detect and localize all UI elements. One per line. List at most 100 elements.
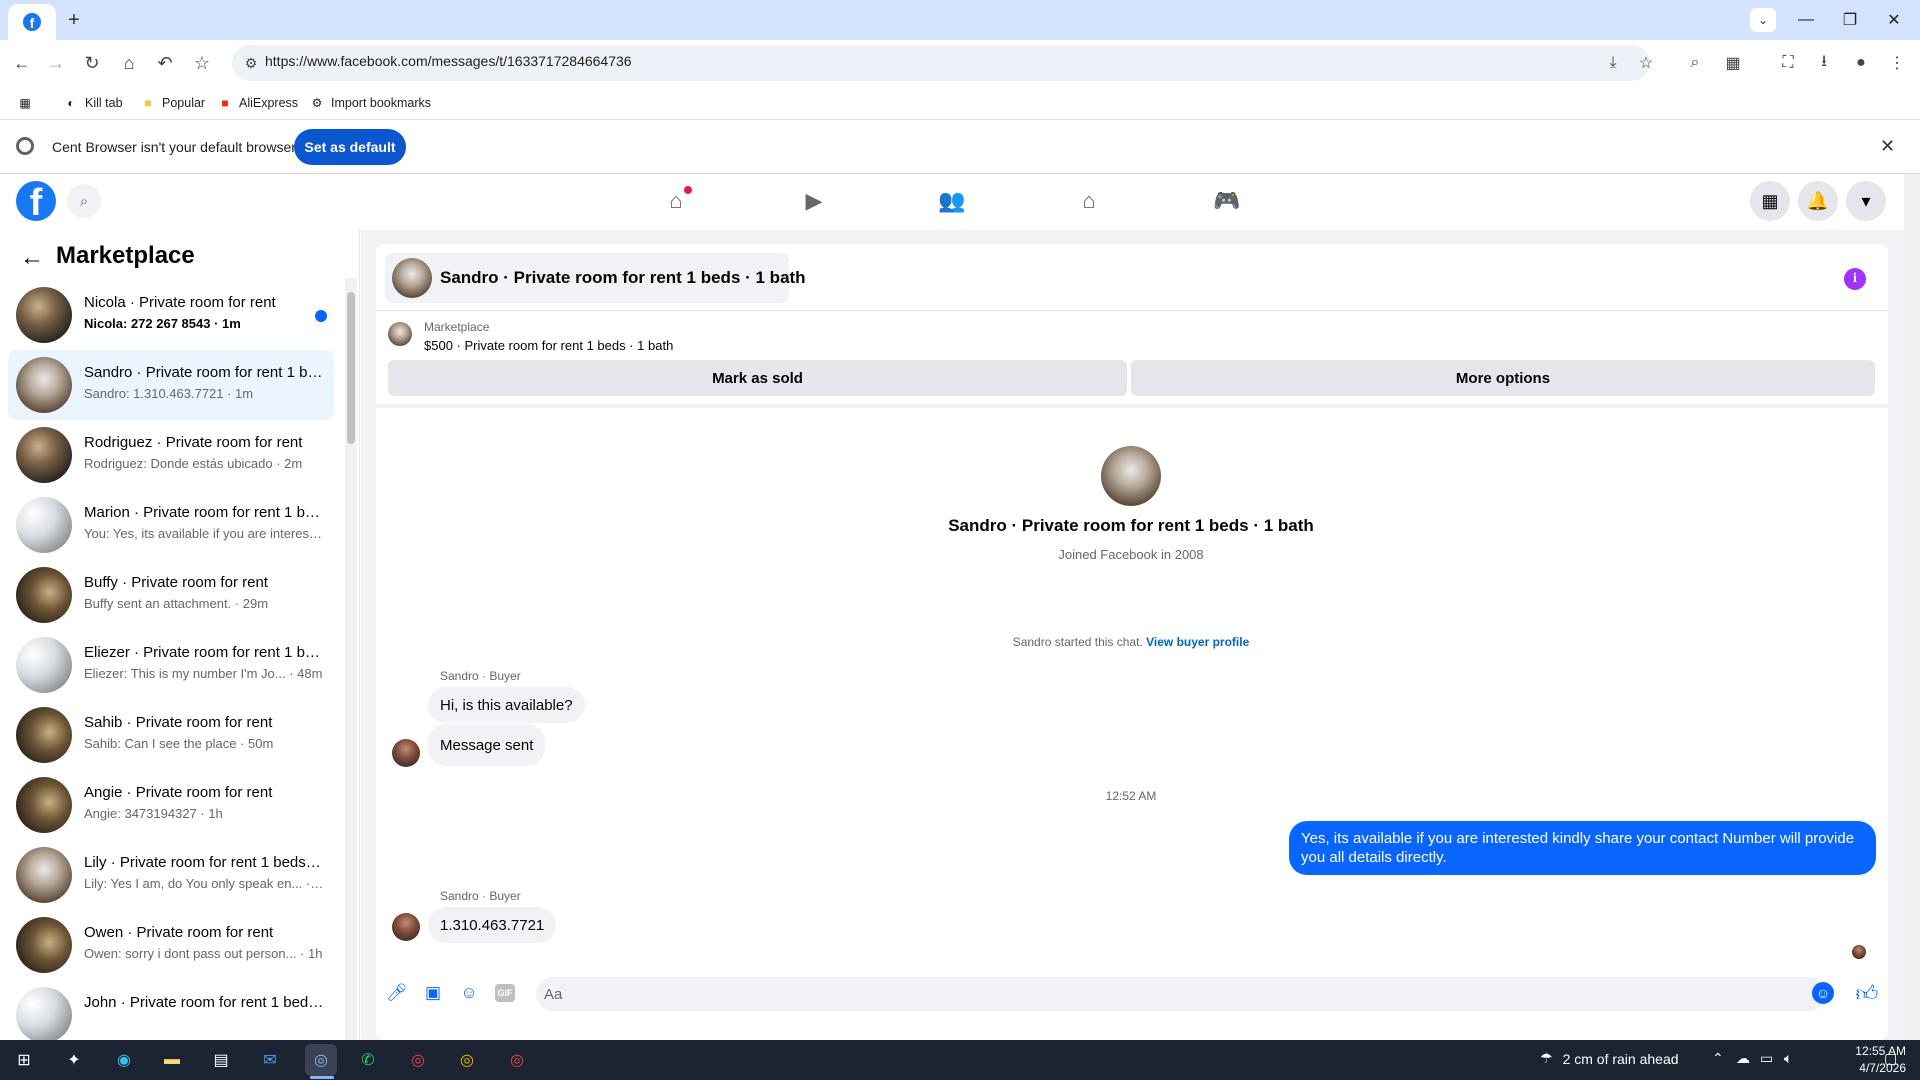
home-icon[interactable]: ⌂ [115,49,143,77]
volume-icon[interactable]: 🔈︎ [1784,1050,1792,1067]
cent-browser-icon[interactable]: ◎ [305,1044,337,1076]
emoji-icon[interactable]: ☺ [1812,982,1834,1004]
new-tab-button[interactable]: + [62,8,86,32]
set-default-button[interactable]: Set as default [294,129,406,165]
gif-icon[interactable]: GIF [495,984,515,1002]
apps-grid-icon[interactable]: ▦ [18,92,32,114]
windows-start-icon[interactable]: ⊞ [8,1044,40,1076]
conversation-name: John · Private room for rent 1 beds · 1 … [84,994,324,1011]
conversation-item[interactable]: Angie · Private room for rent Angie: 347… [8,770,334,840]
mark-as-sold-button[interactable]: Mark as sold [388,360,1127,396]
incoming-message[interactable]: Hi, is this available? [428,687,585,723]
sticker-icon[interactable]: ☺ [458,982,480,1004]
minimize-button[interactable]: — [1784,6,1828,34]
system-clock[interactable]: 12:55 AM 4/7/2026 [1854,1043,1906,1077]
sidebar-title: Marketplace [56,242,195,269]
video-nav-icon[interactable]: ▶ [797,186,831,216]
conversation-item[interactable]: John · Private room for rent 1 beds · 1 … [8,980,334,1040]
whatsapp-icon[interactable]: ✆ [352,1044,384,1076]
undo-icon[interactable]: ↶ [151,49,179,77]
onedrive-icon[interactable]: ☁ [1736,1050,1750,1067]
seen-indicator-avatar [1852,945,1866,959]
globe-icon: ◐ [67,96,75,110]
back-icon[interactable]: ← [8,49,36,77]
menu-kebab-icon[interactable]: ⋮ [1884,50,1910,76]
view-buyer-profile-link[interactable]: View buyer profile [1146,635,1249,649]
bookmark-label: AliExpress [239,96,299,110]
qr-code-icon[interactable]: ▦ [1720,50,1746,76]
bookmark-kill-tab[interactable]: ◐ Kill tab [64,92,122,114]
back-arrow-icon[interactable]: ← [20,244,44,272]
info-icon[interactable]: i [1844,268,1866,290]
bookmark-popular[interactable]: ■ Popular [141,92,205,114]
network-icon[interactable]: ▭ [1760,1050,1773,1067]
url-text[interactable]: https://www.facebook.com/messages/t/1633… [265,53,632,69]
message-input[interactable] [536,977,1826,1011]
reload-icon[interactable]: ↻ [78,49,106,77]
avatar [16,777,72,833]
search-icon[interactable]: ⌕ [67,184,101,218]
incoming-message[interactable]: 1.310.463.7721 [428,907,557,943]
close-window-button[interactable]: ✕ [1872,6,1916,34]
conversation-name: Buffy · Private room for rent [84,574,268,591]
page-scrollbar[interactable] [1904,174,1920,1040]
close-icon[interactable]: ✕ [1880,136,1895,157]
infobar-message: Cent Browser isn't your default browser [52,139,296,155]
browser-tab-facebook[interactable]: f [8,4,56,40]
sidebar-scrollbar[interactable] [345,278,357,1040]
conversation-item[interactable]: Sahib · Private room for rent Sahib: Can… [8,700,334,770]
chrome-icon[interactable]: ◎ [402,1044,434,1076]
aliexpress-icon: ■ [221,96,229,110]
file-explorer-icon[interactable]: ▬ [156,1044,188,1076]
bookmark-import[interactable]: ⚙ Import bookmarks [310,92,431,114]
downloads-icon[interactable]: ⭳ [1811,50,1837,76]
site-info-icon[interactable]: ⚙ [240,52,262,74]
chat-title[interactable]: Sandro · Private room for rent 1 beds · … [440,268,806,288]
bookmark-page-icon[interactable]: ☆ [1633,50,1659,76]
notifications-bell-icon[interactable]: 🔔 [1798,181,1838,221]
conversation-name: Lily · Private room for rent 1 beds · 1 … [84,854,324,871]
browser-app-icon[interactable]: ◎ [451,1044,483,1076]
conversation-item[interactable]: Nicola · Private room for rent Nicola: 2… [8,280,334,350]
conversation-name: Sandro · Private room for rent 1 beds · … [84,364,324,381]
profile-icon[interactable]: ● [1848,50,1874,76]
install-app-icon[interactable]: ⤓ [1600,50,1626,76]
notification-center-icon[interactable]: ▢ [1884,1050,1897,1067]
conversation-item[interactable]: Rodriguez · Private room for rent Rodrig… [8,420,334,490]
bookmark-aliexpress[interactable]: ■ AliExpress [218,92,298,114]
outgoing-message[interactable]: Yes, its available if you are interested… [1289,821,1876,875]
account-chevron-down-icon[interactable]: ▾ [1846,181,1886,221]
microphone-icon[interactable]: 🎤︎ [386,982,408,1004]
conversation-item[interactable]: Owen · Private room for rent Owen: sorry… [8,910,334,980]
conversation-item[interactable]: Lily · Private room for rent 1 beds · 1 … [8,840,334,910]
edge-icon[interactable]: ◉ [108,1044,140,1076]
outlook-icon[interactable]: ✉ [254,1044,286,1076]
scrollbar-thumb[interactable] [347,292,355,444]
copilot-icon[interactable]: ✦ [58,1044,90,1076]
chevron-up-icon[interactable]: ⌃ [1712,1050,1724,1067]
bookmark-star-icon[interactable]: ☆ [188,49,216,77]
weather-widget[interactable]: ☂ 2 cm of rain ahead [1540,1050,1679,1067]
listing-price-title[interactable]: $500 · Private room for rent 1 beds · 1 … [424,338,673,353]
photo-icon[interactable]: ▣ [422,982,444,1004]
conversation-preview: Nicola: 272 267 8543 · 1m [84,316,241,331]
browser-app-icon[interactable]: ◎ [501,1044,533,1076]
notification-dot [684,186,692,194]
marketplace-nav-icon[interactable]: ⌂ [1072,186,1106,216]
more-options-button[interactable]: More options [1131,360,1875,396]
facebook-logo-icon[interactable]: f [16,181,56,221]
incoming-message[interactable]: Message sent [428,724,546,766]
forward-icon[interactable]: → [42,49,70,77]
friends-nav-icon[interactable]: 👥 [935,186,969,216]
gaming-nav-icon[interactable]: 🎮 [1210,186,1244,216]
conversation-item[interactable]: Buffy · Private room for rent Buffy sent… [8,560,334,630]
tab-search-button[interactable]: ⌄ [1750,8,1776,32]
store-icon[interactable]: ▤ [205,1044,237,1076]
restore-button[interactable]: ❐ [1828,6,1872,34]
zoom-search-icon[interactable]: ⌕ [1682,50,1708,76]
thumbs-up-icon[interactable]: 👍︎ [1854,980,1880,1006]
screenshot-crop-icon[interactable]: ⛶ [1775,50,1801,76]
menu-grid-icon[interactable]: ▦ [1750,181,1790,221]
profile-avatar[interactable] [1101,446,1161,506]
conversation-item[interactable]: Sandro · Private room for rent 1 beds · … [8,350,334,420]
